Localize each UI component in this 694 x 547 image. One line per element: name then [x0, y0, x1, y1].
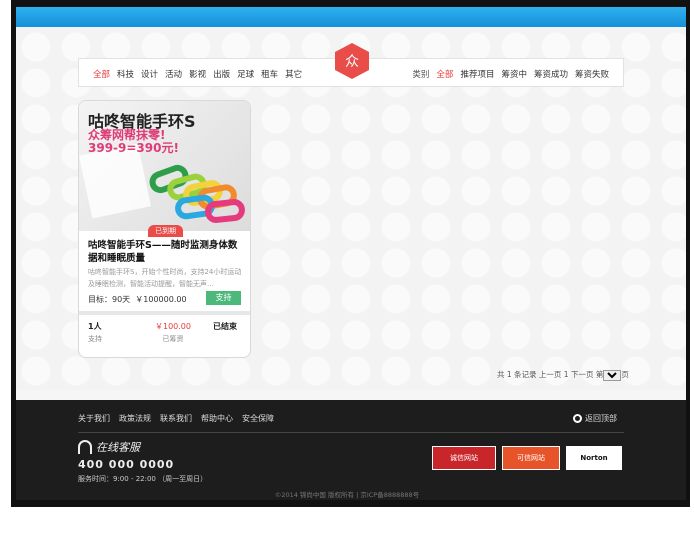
service-hours: 服务时间：9:00 - 22:00 （周一至周日）: [78, 475, 208, 483]
stat-raised-label: 已筹资: [162, 335, 184, 343]
filter-status-funding[interactable]: 筹资中: [501, 68, 527, 80]
stat-raised: ￥100.00 已筹资: [147, 321, 199, 344]
card-separator: [79, 311, 250, 315]
stat-status-value: 已结束: [213, 322, 237, 331]
goal-days: 90天: [112, 295, 131, 304]
copyright: ©2014 锦尚中国 版权所有 | 京ICP备8888888号: [274, 491, 420, 499]
back-to-top-icon: [573, 414, 582, 423]
filter-status-success[interactable]: 筹资成功: [534, 68, 568, 80]
filter-status-recommended[interactable]: 推荐项目: [460, 68, 494, 80]
filter-status-all[interactable]: 全部: [436, 68, 453, 80]
top-header-bar: [16, 7, 686, 27]
hexagon-logo-char: 众: [345, 54, 359, 70]
footer-links: 关于我们 政策法规 联系我们 帮助中心 安全保障: [78, 413, 274, 424]
pagination: 共 1 条记录 上一页 1 下一页 第1页: [497, 369, 629, 381]
status-filter-label: 类别: [412, 70, 430, 80]
main-bottom-strip: [16, 390, 686, 400]
customer-service: 在线客服 400 000 0000 服务时间：9:00 - 22:00 （周一至…: [78, 439, 207, 484]
goal-amount: ￥100000.00: [135, 295, 187, 304]
category-filters: 全部 科技 设计 活动 影视 出版 足球 租车 其它: [93, 68, 302, 80]
stat-status: 已结束: [213, 321, 237, 332]
page-select[interactable]: 1: [603, 369, 622, 381]
filter-category-event[interactable]: 活动: [165, 68, 182, 80]
footer-link-contact[interactable]: 联系我们: [160, 413, 192, 424]
stat-supporters: 1人 支持: [88, 321, 102, 344]
footer-link-security[interactable]: 安全保障: [242, 413, 274, 424]
goal-label: 目标：: [88, 295, 112, 304]
customer-service-label: 在线客服: [96, 441, 140, 454]
back-to-top-button[interactable]: 返回顶部: [573, 413, 617, 424]
filter-category-tech[interactable]: 科技: [117, 68, 134, 80]
stat-supporters-value: 1人: [88, 322, 102, 331]
trust-badge-credible[interactable]: 可信网站: [502, 446, 560, 470]
filter-category-publishing[interactable]: 出版: [213, 68, 230, 80]
footer-link-help[interactable]: 帮助中心: [201, 413, 233, 424]
filter-category-football[interactable]: 足球: [237, 68, 254, 80]
back-to-top-label: 返回顶部: [585, 414, 617, 423]
service-phone: 400 000 0000: [78, 458, 175, 471]
status-filters: 类别 全部 推荐项目 筹资中 筹资成功 筹资失败: [412, 68, 609, 80]
project-description: 咕咚智能手环S，开始个性时尚，支持24小时运动及睡眠检测，智能活动提醒，智能无声…: [88, 268, 242, 288]
filter-status-failed[interactable]: 筹资失败: [575, 68, 609, 80]
headset-icon: [78, 440, 92, 454]
norton-secured-badge[interactable]: Norton: [566, 446, 622, 470]
footer-link-about[interactable]: 关于我们: [78, 413, 110, 424]
wristband-pink: [203, 197, 247, 225]
support-button[interactable]: 支持: [206, 291, 241, 305]
filter-category-all[interactable]: 全部: [93, 68, 110, 80]
customer-service-title[interactable]: 在线客服: [78, 439, 207, 455]
stat-supporters-label: 支持: [88, 335, 102, 343]
poster-subline-2: 399-9=390元!: [88, 141, 179, 155]
footer-link-policy[interactable]: 政策法规: [119, 413, 151, 424]
filter-category-film[interactable]: 影视: [189, 68, 206, 80]
pager-suffix: 页: [621, 370, 629, 379]
trust-badge-integrity[interactable]: 诚信网站: [432, 446, 496, 470]
filter-category-design[interactable]: 设计: [141, 68, 158, 80]
pager-text: 共 1 条记录 上一页 1 下一页 第: [497, 370, 604, 379]
filter-category-car-rental[interactable]: 租车: [261, 68, 278, 80]
footer-divider: [78, 432, 624, 433]
project-image[interactable]: 咕咚智能手环S 众筹网帮抹零! 399-9=390元!: [79, 101, 250, 231]
project-goal: 目标：90天 ￥100000.00: [88, 294, 187, 305]
project-title[interactable]: 咕咚智能手环S——随时监测身体数据和睡眠质量: [88, 239, 246, 265]
filter-category-other[interactable]: 其它: [285, 68, 302, 80]
expired-badge: 已到期: [148, 225, 183, 237]
wristbands-illustration: [139, 156, 249, 228]
stat-raised-value: ￥100.00: [155, 322, 191, 331]
